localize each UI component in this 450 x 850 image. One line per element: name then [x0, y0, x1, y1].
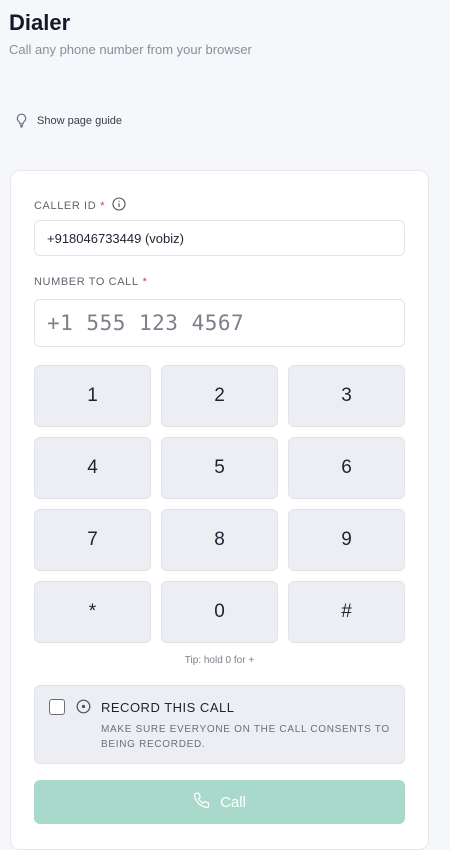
number-to-call-label: NUMBER TO CALL *: [34, 276, 147, 288]
lightbulb-icon: [15, 113, 28, 128]
required-asterisk: *: [142, 276, 148, 288]
dialpad: 1 2 3 4 5 6 7 8 9 * 0 #: [34, 365, 405, 643]
key-8[interactable]: 8: [161, 509, 278, 571]
info-icon[interactable]: [112, 197, 126, 214]
caller-id-label-text: CALLER ID: [34, 199, 97, 212]
record-call-checkbox[interactable]: [49, 699, 65, 715]
key-5[interactable]: 5: [161, 437, 278, 499]
key-6[interactable]: 6: [288, 437, 405, 499]
phone-icon: [193, 792, 210, 813]
call-button-label: Call: [220, 793, 246, 811]
key-hash[interactable]: #: [288, 581, 405, 643]
key-4[interactable]: 4: [34, 437, 151, 499]
dialer-card: CALLER ID * +918046733449 (vobiz) NUMBER…: [10, 170, 429, 850]
caller-id-label: CALLER ID *: [34, 197, 126, 214]
caller-id-select[interactable]: +918046733449 (vobiz): [34, 220, 405, 256]
key-1[interactable]: 1: [34, 365, 151, 427]
page-title: Dialer: [9, 10, 71, 35]
record-consent-note: MAKE SURE EVERYONE ON THE CALL CONSENTS …: [101, 724, 390, 750]
record-icon: [76, 699, 91, 719]
record-call-option: RECORD THIS CALL MAKE SURE EVERYONE ON T…: [34, 685, 405, 764]
number-to-call-input[interactable]: [34, 299, 405, 347]
key-2[interactable]: 2: [161, 365, 278, 427]
show-page-guide-link[interactable]: Show page guide: [15, 113, 122, 128]
caller-id-value: +918046733449 (vobiz): [47, 230, 184, 246]
key-3[interactable]: 3: [288, 365, 405, 427]
key-9[interactable]: 9: [288, 509, 405, 571]
call-button[interactable]: Call: [34, 780, 405, 824]
key-star[interactable]: *: [34, 581, 151, 643]
show-page-guide-label: Show page guide: [37, 114, 123, 127]
record-call-title: RECORD THIS CALL: [101, 700, 235, 715]
key-7[interactable]: 7: [34, 509, 151, 571]
required-asterisk: *: [100, 199, 106, 212]
key-0[interactable]: 0: [161, 581, 278, 643]
page-subtitle: Call any phone number from your browser: [9, 42, 252, 57]
number-to-call-label-text: NUMBER TO CALL: [34, 276, 139, 288]
keypad-tip: Tip: hold 0 for +: [184, 655, 255, 666]
